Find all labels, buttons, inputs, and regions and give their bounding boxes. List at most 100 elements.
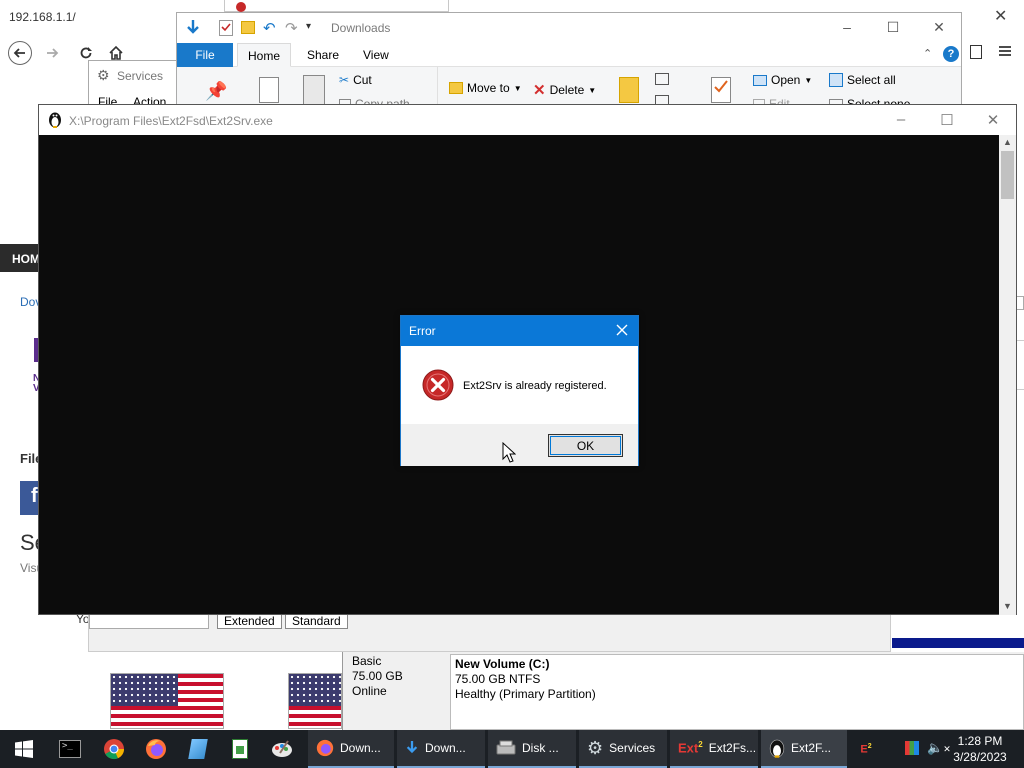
chevron-down-icon: ▼ — [513, 83, 522, 93]
volume-name: New Volume (C:) — [455, 657, 550, 671]
tab-favicon — [236, 2, 246, 12]
select-all-icon — [829, 73, 843, 87]
penguin-icon — [769, 739, 785, 758]
disk-size: 75.00 GB — [352, 669, 403, 683]
minimize-icon[interactable]: – — [891, 111, 911, 129]
start-button[interactable] — [4, 730, 44, 768]
notepad-icon[interactable] — [178, 730, 218, 768]
pin-icon[interactable]: 📌 — [205, 81, 227, 102]
system-clock[interactable]: 1:28 PM 3/28/2023 — [948, 733, 1012, 765]
maximize-icon[interactable]: ☐ — [883, 19, 903, 35]
ribbon-view-tab[interactable]: View — [353, 43, 399, 67]
task-label: Ext2Fs... — [708, 741, 757, 755]
us-flag-image — [288, 673, 342, 729]
delete-button[interactable]: ✕ Delete ▼ — [533, 81, 596, 99]
ribbon-file-tab[interactable]: File — [177, 43, 233, 67]
tab-standard[interactable]: Standard — [285, 613, 348, 629]
taskbar-task-services[interactable]: ⚙ Services — [579, 730, 667, 768]
task-label: Down... — [425, 741, 466, 755]
explorer-title: Downloads — [331, 21, 391, 35]
address-bar-url[interactable]: 192.168.1.1/ — [9, 10, 76, 24]
explorer-window: ↶ ↷ ▾ Downloads – ☐ ✕ File Home Share Vi… — [176, 12, 962, 107]
scissors-icon: ✂ — [339, 73, 350, 87]
close-icon[interactable]: ✕ — [983, 111, 1003, 129]
right-edge-divider — [1016, 340, 1024, 390]
cut-button[interactable]: ✂ Cut — [339, 73, 372, 87]
help-icon[interactable]: ? — [943, 46, 959, 62]
network-icon[interactable] — [905, 741, 919, 755]
spreadsheet-icon[interactable] — [220, 730, 260, 768]
paste-icon[interactable] — [303, 75, 325, 105]
tray-app-icon[interactable]: E2 — [846, 730, 886, 768]
taskbar-task-firefox-downloads[interactable]: Down... — [308, 730, 394, 768]
paint-icon[interactable] — [262, 730, 302, 768]
console-scrollbar[interactable]: ▲ ▼ — [999, 135, 1016, 615]
mouse-cursor — [502, 442, 516, 464]
new-item-icon[interactable] — [655, 73, 669, 85]
taskbar: >_ Down... Down... Disk ... ⚙ Services E… — [0, 730, 1024, 768]
dialog-message: Ext2Srv is already registered. — [463, 380, 607, 392]
web-nav-bar[interactable]: HOM — [0, 244, 40, 272]
delete-label: Delete — [549, 83, 585, 97]
reader-view-icon[interactable] — [970, 45, 982, 59]
close-icon[interactable] — [614, 322, 630, 338]
volume-size: 75.00 GB NTFS — [455, 672, 541, 686]
close-icon[interactable]: ✕ — [929, 19, 949, 35]
dialog-title: Error — [409, 324, 436, 338]
chrome-icon[interactable] — [94, 730, 134, 768]
explorer-titlebar: ↶ ↷ ▾ Downloads – ☐ ✕ — [177, 13, 961, 43]
select-all-button[interactable]: Select all — [829, 73, 896, 87]
copy-icon[interactable] — [259, 77, 279, 103]
firefox-icon[interactable] — [136, 730, 176, 768]
console-titlebar: X:\Program Files\Ext2Fsd\Ext2Srv.exe – ☐… — [39, 105, 1016, 135]
firefox-icon — [316, 739, 334, 757]
clock-date: 3/28/2023 — [953, 750, 1007, 764]
facebook-icon[interactable]: f — [20, 481, 40, 515]
volume-partition[interactable]: New Volume (C:) 75.00 GB NTFS Healthy (P… — [450, 654, 1024, 730]
task-label: Services — [609, 741, 656, 755]
open-icon — [753, 74, 767, 86]
back-button[interactable] — [8, 41, 32, 65]
new-folder-icon[interactable] — [241, 21, 255, 34]
error-icon — [422, 369, 454, 401]
scroll-down-icon[interactable]: ▼ — [1003, 601, 1012, 611]
minimize-icon[interactable]: – — [837, 19, 857, 35]
properties-icon[interactable] — [219, 20, 233, 36]
forward-button[interactable] — [40, 41, 64, 65]
ribbon-separator — [437, 67, 438, 106]
scroll-thumb[interactable] — [1001, 151, 1014, 199]
disk-usage-bar — [892, 636, 1024, 648]
disk-icon — [496, 740, 516, 755]
qat-dropdown-icon[interactable]: ▾ — [306, 21, 311, 32]
new-folder-big-icon[interactable] — [619, 77, 639, 103]
taskbar-task-ext2srv[interactable]: Ext2F... — [761, 730, 847, 768]
taskbar-task-disk-management[interactable]: Disk ... — [488, 730, 576, 768]
properties-big-icon[interactable] — [711, 77, 731, 103]
volume-health: Healthy (Primary Partition) — [455, 687, 596, 701]
tab-extended[interactable]: Extended — [217, 613, 282, 629]
taskbar-task-explorer-downloads[interactable]: Down... — [397, 730, 485, 768]
ok-button[interactable]: OK — [548, 434, 623, 457]
collapse-ribbon-icon[interactable]: ⌃ — [923, 47, 932, 60]
undo-icon[interactable]: ↶ — [263, 19, 276, 37]
browser-menu-icon[interactable] — [998, 44, 1012, 58]
select-all-label: Select all — [847, 73, 896, 87]
browser-tab[interactable] — [224, 0, 449, 12]
ext2-icon: Ext2 — [678, 740, 703, 756]
disk-mgmt-status-field — [89, 613, 209, 629]
open-button[interactable]: Open ▼ — [753, 73, 812, 87]
browser-close-icon[interactable]: ✕ — [994, 6, 1007, 26]
cmd-icon[interactable]: >_ — [50, 730, 90, 768]
maximize-icon[interactable]: ☐ — [937, 111, 957, 129]
redo-icon[interactable]: ↷ — [285, 19, 298, 37]
move-to-icon — [449, 82, 463, 94]
download-arrow-icon — [406, 741, 418, 754]
move-to-button[interactable]: Move to ▼ — [449, 81, 522, 95]
delete-x-icon: ✕ — [533, 82, 546, 99]
ribbon-share-tab[interactable]: Share — [297, 43, 349, 67]
taskbar-task-ext2fsd[interactable]: Ext2 Ext2Fs... — [670, 730, 758, 768]
scroll-up-icon[interactable]: ▲ — [1003, 137, 1012, 147]
dialog-titlebar: Error — [401, 316, 638, 346]
right-edge-field — [1016, 296, 1024, 310]
ribbon-home-tab[interactable]: Home — [237, 43, 292, 67]
